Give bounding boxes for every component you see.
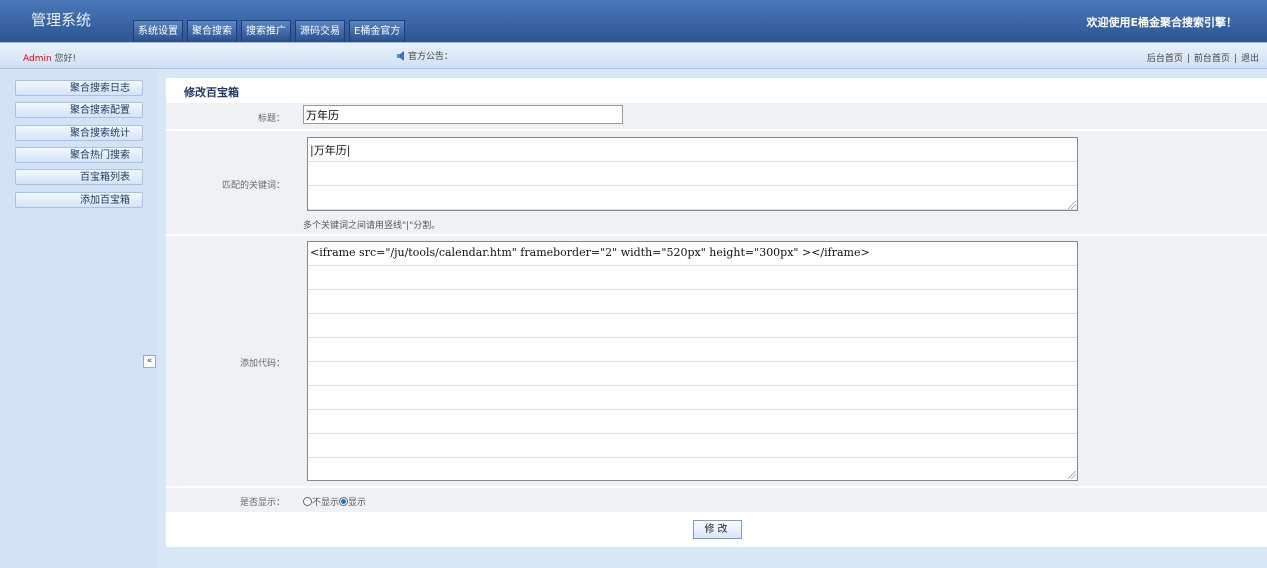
notice-label: 官方公告： — [408, 52, 454, 62]
keywords-text: |万年历| — [310, 144, 351, 157]
top-nav: 系统设置 聚合搜索 搜索推广 源码交易 E桶金官方 — [133, 20, 409, 42]
tab-system-settings[interactable]: 系统设置 — [133, 20, 183, 42]
form-row-display: 是否显示： 不显示 显示 — [166, 488, 1267, 513]
code-textarea[interactable]: <iframe src="/ju/tools/calendar.htm" fra… — [307, 241, 1078, 481]
radio-show-label: 显示 — [348, 498, 367, 508]
code-text: <iframe src="/ju/tools/calendar.htm" fra… — [310, 246, 870, 259]
tab-search-promotion[interactable]: 搜索推广 — [241, 20, 291, 42]
resize-grip-icon[interactable] — [1068, 471, 1076, 479]
page-title: 修改百宝箱 — [184, 86, 239, 99]
sidebar: 聚合搜索日志 聚合搜索配置 聚合搜索统计 聚合热门搜索 百宝箱列表 添加百宝箱 … — [0, 70, 158, 568]
form-row-title: 标题： — [166, 103, 1267, 130]
sidebar-item-add-toolbox[interactable]: 添加百宝箱 — [15, 192, 143, 208]
form-row-keywords: 匹配的关键词： |万年历| 多个关键词之间请用竖线"|"分割。 — [166, 131, 1267, 235]
radio-hide-label: 不显示 — [312, 498, 340, 508]
link-front-home[interactable]: 前台首页 — [1194, 54, 1230, 64]
keywords-textarea[interactable]: |万年历| — [307, 137, 1078, 211]
welcome-text: 欢迎使用E桶金聚合搜索引擎！ — [1086, 16, 1237, 29]
tab-official[interactable]: E桶金官方 — [349, 20, 406, 42]
form-row-code: 添加代码： <iframe src="/ju/tools/calendar.ht… — [166, 236, 1267, 487]
app-logo: 管理系统 — [31, 11, 92, 29]
display-label: 是否显示： — [239, 498, 285, 508]
radio-show[interactable] — [339, 497, 349, 506]
speaker-icon — [397, 50, 404, 61]
tab-aggregate-search[interactable]: 聚合搜索 — [187, 20, 237, 42]
resize-grip-icon[interactable] — [1068, 201, 1076, 209]
keywords-hint: 多个关键词之间请用竖线"|"分割。 — [303, 221, 441, 231]
user-name: Admin — [23, 54, 52, 64]
sidebar-item-search-log[interactable]: 聚合搜索日志 — [15, 80, 143, 96]
display-radio-group: 不显示 显示 — [303, 495, 366, 508]
quick-links: 后台首页 | 前台首页 | 退出 — [1146, 54, 1259, 64]
greeting-text: 您好! — [51, 54, 77, 64]
main-panel: 修改百宝箱 标题： 匹配的关键词： |万年历| 多个关键词之间请用竖线"|"分割… — [166, 78, 1267, 547]
top-header: 管理系统 系统设置 聚合搜索 搜索推广 源码交易 E桶金官方 欢迎使用E桶金聚合… — [0, 0, 1267, 42]
submit-button[interactable]: 修改 — [693, 520, 742, 539]
user-greeting: Admin 您好! — [23, 51, 76, 64]
sidebar-item-search-stats[interactable]: 聚合搜索统计 — [15, 125, 143, 141]
link-logout[interactable]: 退出 — [1241, 54, 1259, 64]
sidebar-item-toolbox-list[interactable]: 百宝箱列表 — [15, 169, 143, 185]
collapse-sidebar-button[interactable]: « — [143, 355, 156, 368]
code-label: 添加代码： — [239, 359, 285, 369]
tab-source-trade[interactable]: 源码交易 — [295, 20, 345, 42]
sidebar-item-search-config[interactable]: 聚合搜索配置 — [15, 102, 143, 118]
radio-hide[interactable] — [303, 497, 312, 506]
sidebar-item-hot-search[interactable]: 聚合热门搜索 — [15, 147, 143, 163]
keywords-label: 匹配的关键词： — [221, 181, 285, 191]
info-bar: Admin 您好! 官方公告： 后台首页 | 前台首页 | 退出 — [0, 42, 1267, 69]
official-notice: 官方公告： — [396, 49, 453, 62]
title-input[interactable] — [303, 105, 623, 124]
title-label: 标题： — [257, 114, 285, 124]
link-admin-home[interactable]: 后台首页 — [1147, 54, 1183, 64]
